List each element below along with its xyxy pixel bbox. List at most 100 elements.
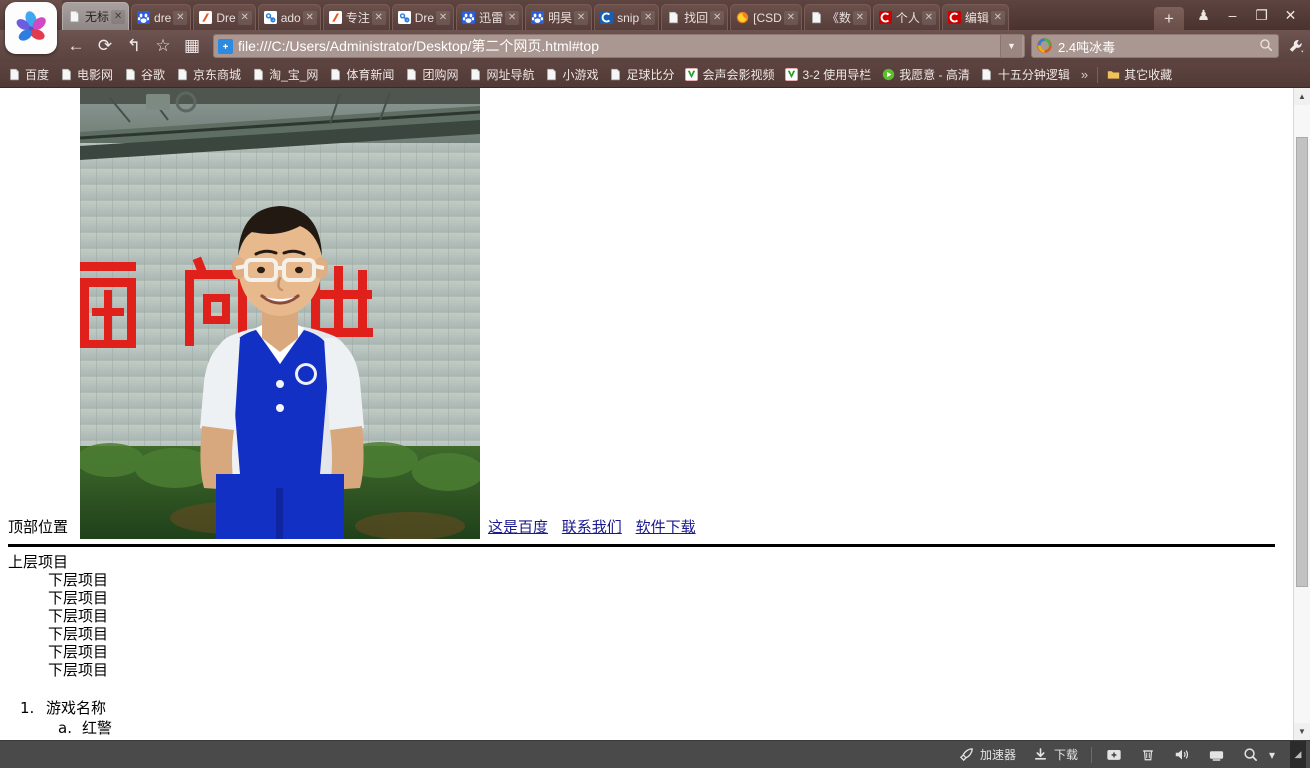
tab-close-icon[interactable]: ✕ [505, 10, 520, 25]
bookmark-star-icon[interactable]: ☆ [149, 32, 177, 60]
zoom-dropdown-icon[interactable]: ▾ [1263, 746, 1281, 764]
bookmark-label: 十五分钟逻辑 [997, 68, 1070, 82]
bookmark-item-11[interactable]: 3-2 使用导栏 [780, 64, 877, 86]
link-contact[interactable]: 联系我们 [562, 518, 622, 536]
ordered-list: 1. 游戏名称 a. 红警 [0, 698, 600, 738]
browser-window: 无标 ✕ dre ✕ Dre ✕ ado ✕ 专注 ✕ Dre ✕ 迅雷 ✕ 明昊 ✕ snip ✕ 找回 ✕ [CSD… [0, 0, 1310, 768]
scrollbar-thumb[interactable] [1296, 137, 1308, 587]
bookmark-item-7[interactable]: 网址导航 [463, 64, 539, 86]
address-dropdown-icon[interactable]: ▼ [1000, 35, 1022, 57]
search-box[interactable]: 2.4吨冰毒 [1031, 34, 1279, 58]
tab-close-icon[interactable]: ✕ [371, 10, 386, 25]
download-label: 下载 [1053, 748, 1078, 762]
tools-menu-button[interactable] [1280, 32, 1310, 60]
dreamweaver-icon [198, 10, 213, 25]
definition-item: 下层项目 [48, 607, 109, 625]
baidu-paw-icon [136, 10, 151, 25]
tab-close-icon[interactable]: ✕ [783, 10, 798, 25]
scrollbar-track[interactable] [1294, 105, 1310, 723]
screen-icon [1207, 746, 1225, 764]
tab-close-icon[interactable]: ✕ [173, 10, 188, 25]
search-magnifier-icon[interactable] [1257, 38, 1275, 55]
folder-icon [1106, 68, 1120, 82]
address-bar[interactable]: file:///C:/Users/Administrator/Desktop/第… [213, 34, 1025, 58]
bookmark-item-13[interactable]: 十五分钟逻辑 [975, 64, 1075, 86]
bookmark-item-4[interactable]: 淘_宝_网 [246, 64, 323, 86]
tab-close-icon[interactable]: ✕ [641, 10, 656, 25]
minimize-button[interactable]: – [1219, 3, 1246, 27]
student-portrait-photo [80, 88, 480, 539]
other-bookmarks-folder[interactable]: 其它收藏 [1101, 64, 1177, 86]
browser-tab-0[interactable]: 无标 ✕ [62, 2, 130, 30]
browser-tab-3[interactable]: ado ✕ [257, 4, 321, 30]
bookmark-item-8[interactable]: 小游戏 [539, 64, 603, 86]
resize-grip[interactable]: ◢ [1290, 740, 1306, 768]
browser-logo-button[interactable] [0, 0, 62, 54]
browser-tab-13[interactable]: 编辑 ✕ [941, 4, 1009, 30]
tab-close-icon[interactable]: ✕ [921, 10, 936, 25]
tab-close-icon[interactable]: ✕ [574, 10, 589, 25]
bookmark-item-1[interactable]: 电影网 [54, 64, 118, 86]
search-input[interactable]: 2.4吨冰毒 [1058, 37, 1257, 56]
screen-button[interactable] [1200, 743, 1232, 767]
tab-close-icon[interactable]: ✕ [990, 10, 1005, 25]
tab-label: 找回 [684, 10, 709, 25]
history-icon[interactable]: ↰ [120, 32, 148, 60]
maximize-button[interactable]: ❐ [1248, 3, 1275, 27]
web-page-content: 顶部位置 这是百度 联系我们 软件下载 上层项目 下层项目 下层项目 下层项目 … [0, 88, 1293, 740]
browser-tab-10[interactable]: [CSD ✕ [730, 4, 802, 30]
browser-tab-7[interactable]: 明昊 ✕ [525, 4, 593, 30]
bookmark-item-2[interactable]: 谷歌 [118, 64, 170, 86]
new-tab-button[interactable]: + [1154, 7, 1184, 30]
bookmarks-overflow-button[interactable]: » [1075, 67, 1094, 82]
back-icon[interactable]: ← [62, 32, 90, 60]
browser-tab-11[interactable]: 《数 ✕ [803, 4, 871, 30]
address-input[interactable]: file:///C:/Users/Administrator/Desktop/第… [238, 36, 1000, 56]
download-button[interactable]: 下载 [1025, 743, 1085, 767]
browser-tab-4[interactable]: 专注 ✕ [322, 4, 390, 30]
browser-tab-9[interactable]: 找回 ✕ [661, 4, 729, 30]
apps-grid-icon[interactable]: ▦ [178, 32, 206, 60]
adobe-icon [263, 10, 278, 25]
tab-label: Dre [216, 10, 236, 25]
bookmark-item-10[interactable]: 会声会影视频 [680, 64, 780, 86]
bookmark-item-9[interactable]: 足球比分 [603, 64, 679, 86]
tab-close-icon[interactable]: ✕ [237, 10, 252, 25]
bookmark-item-3[interactable]: 京东商城 [170, 64, 246, 86]
scroll-down-arrow-icon[interactable]: ▼ [1294, 723, 1310, 740]
link-baidu[interactable]: 这是百度 [488, 518, 548, 536]
browser-tab-12[interactable]: 个人 ✕ [872, 4, 940, 30]
page-scrollbar[interactable]: ▲ ▼ [1293, 88, 1310, 740]
page-icon [59, 68, 73, 82]
bookmark-item-0[interactable]: 百度 [2, 64, 54, 86]
tab-close-icon[interactable]: ✕ [111, 9, 126, 24]
tab-strip: 无标 ✕ dre ✕ Dre ✕ ado ✕ 专注 ✕ Dre ✕ 迅雷 ✕ 明昊 ✕ snip ✕ 找回 ✕ [CSD… [0, 0, 1310, 54]
close-button[interactable]: ✕ [1277, 3, 1304, 27]
browser-tab-5[interactable]: Dre ✕ [391, 4, 455, 30]
first-aid-button[interactable] [1098, 743, 1130, 767]
reload-icon[interactable]: ⟳ [91, 32, 119, 60]
page-icon [809, 10, 824, 25]
bookmark-label: 会声会影视频 [702, 68, 775, 82]
tab-close-icon[interactable]: ✕ [302, 10, 317, 25]
bookmark-label: 百度 [25, 68, 50, 82]
tab-close-icon[interactable]: ✕ [436, 10, 451, 25]
first-aid-icon [1105, 746, 1123, 764]
browser-tab-2[interactable]: Dre ✕ [193, 4, 256, 30]
browser-tab-8[interactable]: snip ✕ [594, 4, 660, 30]
volume-button[interactable] [1166, 743, 1198, 767]
skin-button[interactable]: ♟ [1190, 3, 1217, 27]
link-download[interactable]: 软件下载 [636, 518, 696, 536]
scroll-up-arrow-icon[interactable]: ▲ [1294, 88, 1310, 105]
trash-button[interactable] [1132, 743, 1164, 767]
tab-label: 专注 [345, 10, 370, 25]
bookmark-item-6[interactable]: 团购网 [399, 64, 463, 86]
zoom-button[interactable]: ▾ [1234, 743, 1288, 767]
tab-close-icon[interactable]: ✕ [852, 10, 867, 25]
bookmark-item-12[interactable]: 我愿意 - 高清 [876, 64, 975, 86]
bookmark-item-5[interactable]: 体育新闻 [323, 64, 399, 86]
tab-close-icon[interactable]: ✕ [710, 10, 725, 25]
accelerator-button[interactable]: 加速器 [951, 743, 1023, 767]
browser-tab-6[interactable]: 迅雷 ✕ [456, 4, 524, 30]
browser-tab-1[interactable]: dre ✕ [131, 4, 192, 30]
